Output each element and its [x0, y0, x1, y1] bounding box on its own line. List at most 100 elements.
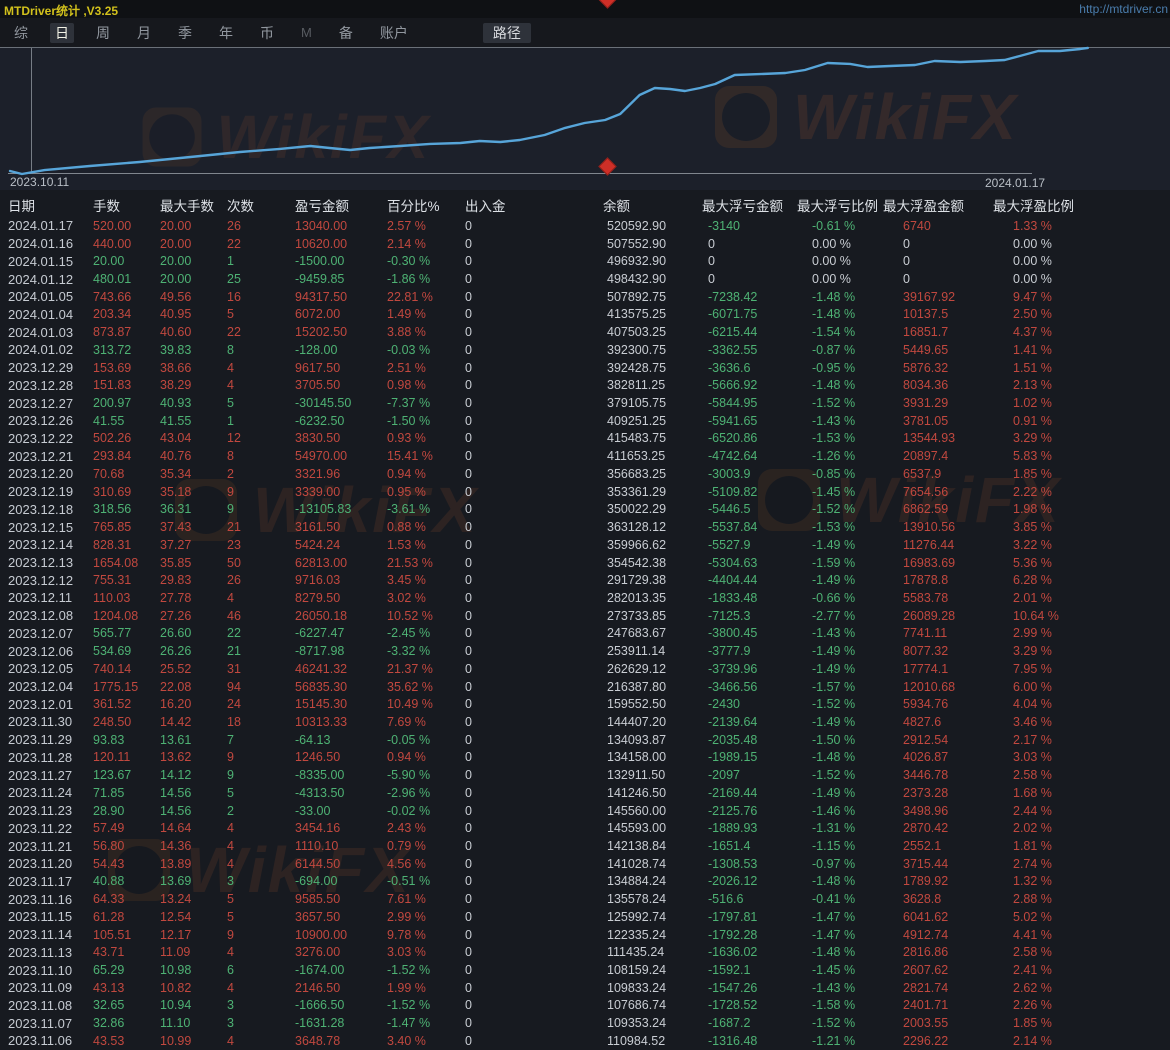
cell: -1.49 % [812, 538, 903, 552]
cell: 13.24 [160, 892, 227, 906]
cell: 3321.96 [295, 467, 387, 481]
cell: 765.85 [93, 520, 160, 534]
table-row[interactable]: 2023.12.29153.6938.6649617.502.51 %03924… [0, 359, 1170, 377]
cell: 22 [227, 325, 295, 339]
table-row[interactable]: 2023.12.27200.9740.935-30145.50-7.37 %03… [0, 394, 1170, 412]
table-row[interactable]: 2023.12.2070.6835.3423321.960.94 %035668… [0, 465, 1170, 483]
table-row[interactable]: 2023.12.06534.6926.2621-8717.98-3.32 %02… [0, 642, 1170, 660]
cell: 46 [227, 609, 295, 623]
cell: 1.99 % [387, 981, 465, 995]
table-row[interactable]: 2023.12.01361.5216.202415145.3010.49 %01… [0, 695, 1170, 713]
cell: 363128.12 [607, 520, 708, 534]
table-row[interactable]: 2023.12.12755.3129.83269716.033.45 %0291… [0, 571, 1170, 589]
table-row[interactable]: 2023.12.081204.0827.264626050.1810.52 %0… [0, 607, 1170, 625]
cell: -1.49 % [812, 573, 903, 587]
table-row[interactable]: 2023.12.131654.0835.855062813.0021.53 %0… [0, 554, 1170, 572]
cell: 0 [465, 626, 607, 640]
cell: -1687.2 [708, 1016, 812, 1030]
table-row[interactable]: 2023.12.14828.3137.27235424.241.53 %0359… [0, 536, 1170, 554]
cell: 39.83 [160, 343, 227, 357]
column-header: 手数 [93, 195, 160, 215]
menu-tab-10[interactable]: 账户 [375, 23, 413, 43]
cell: -4742.64 [708, 449, 812, 463]
menu-tab-7[interactable]: 币 [255, 23, 279, 43]
table-row[interactable]: 2023.12.28151.8338.2943705.500.98 %03828… [0, 376, 1170, 394]
table-row[interactable]: 2023.11.1065.2910.986-1674.00-1.52 %0108… [0, 961, 1170, 979]
table-row[interactable]: 2024.01.12480.0120.0025-9459.85-1.86 %04… [0, 270, 1170, 288]
table-row[interactable]: 2024.01.02313.7239.838-128.00-0.03 %0392… [0, 341, 1170, 359]
table-row[interactable]: 2023.11.0943.1310.8242146.501.99 %010983… [0, 979, 1170, 997]
table-row[interactable]: 2023.12.041775.1522.089456835.3035.62 %0… [0, 678, 1170, 696]
cell: 3161.50 [295, 520, 387, 534]
table-row[interactable]: 2024.01.16440.0020.002210620.002.14 %050… [0, 235, 1170, 253]
table-row[interactable]: 2023.11.14105.5112.17910900.009.78 %0122… [0, 926, 1170, 944]
table-row[interactable]: 2023.11.2328.9014.562-33.00-0.02 %014556… [0, 802, 1170, 820]
cell: -1.15 % [812, 839, 903, 853]
table-row[interactable]: 2023.11.2054.4313.8946144.504.56 %014102… [0, 855, 1170, 873]
table-row[interactable]: 2023.11.1740.8813.693-694.00-0.51 %01348… [0, 873, 1170, 891]
table-row[interactable]: 2023.11.0832.6510.943-1666.50-1.52 %0107… [0, 997, 1170, 1015]
table-row[interactable]: 2023.12.11110.0327.7848279.503.02 %02820… [0, 589, 1170, 607]
cell: 2023.11.09 [8, 980, 93, 995]
cell: 134093.87 [607, 733, 708, 747]
cell: -2.77 % [812, 609, 903, 623]
menu-tab-5[interactable]: 季 [173, 23, 197, 43]
menu-tab-1[interactable]: 综 [9, 23, 33, 43]
table-row[interactable]: 2024.01.04203.3440.9556072.001.49 %04135… [0, 306, 1170, 324]
table-row[interactable]: 2023.11.2993.8313.617-64.13-0.05 %013409… [0, 731, 1170, 749]
table-row[interactable]: 2023.11.30248.5014.421810313.337.69 %014… [0, 713, 1170, 731]
cell: 50 [227, 556, 295, 570]
table-row[interactable]: 2023.12.05740.1425.523146241.3221.37 %02… [0, 660, 1170, 678]
table-row[interactable]: 2023.11.27123.6714.129-8335.00-5.90 %013… [0, 766, 1170, 784]
table-row[interactable]: 2023.11.1664.3313.2459585.507.61 %013557… [0, 890, 1170, 908]
cell: 361.52 [93, 697, 160, 711]
table-row[interactable]: 2023.12.21293.8440.76854970.0015.41 %041… [0, 447, 1170, 465]
cell: 0.94 % [387, 750, 465, 764]
cell: 8034.36 [903, 378, 1013, 392]
menu-tab-8[interactable]: M [296, 23, 317, 43]
cell: 9 [227, 768, 295, 782]
cell: 7.95 % [1013, 662, 1170, 676]
table-row[interactable]: 2023.11.28120.1113.6291246.500.94 %01341… [0, 749, 1170, 767]
path-button[interactable]: 路径 [483, 23, 531, 43]
table-row[interactable]: 2023.11.1561.2812.5453657.502.99 %012599… [0, 908, 1170, 926]
cell: 3.29 % [1013, 431, 1170, 445]
table-row[interactable]: 2023.11.2257.4914.6443454.162.43 %014559… [0, 819, 1170, 837]
cell: 145560.00 [607, 804, 708, 818]
table-row[interactable]: 2023.12.15765.8537.43213161.500.88 %0363… [0, 518, 1170, 536]
cell: -0.30 % [387, 254, 465, 268]
cell: -1.52 % [812, 1016, 903, 1030]
table-row[interactable]: 2023.12.22502.2643.04123830.500.93 %0415… [0, 430, 1170, 448]
table-row[interactable]: 2023.12.07565.7726.6022-6227.47-2.45 %02… [0, 625, 1170, 643]
menu-tab-6[interactable]: 年 [214, 23, 238, 43]
column-header: 最大浮亏金额 [702, 195, 797, 215]
cell: 35.85 [160, 556, 227, 570]
menu-tab-9[interactable]: 备 [334, 23, 358, 43]
table-row[interactable]: 2023.12.2641.5541.551-6232.50-1.50 %0409… [0, 412, 1170, 430]
table-row[interactable]: 2024.01.05743.6649.561694317.5022.81 %05… [0, 288, 1170, 306]
table-row[interactable]: 2023.11.0732.8611.103-1631.28-1.47 %0109… [0, 1014, 1170, 1032]
cell: 743.66 [93, 290, 160, 304]
app-url-link[interactable]: http://mtdriver.cn [1079, 2, 1168, 16]
menu-tab-4[interactable]: 月 [132, 23, 156, 43]
table-row[interactable]: 2023.12.18318.5636.319-13105.83-3.61 %03… [0, 501, 1170, 519]
table-row[interactable]: 2024.01.03873.8740.602215202.503.88 %040… [0, 323, 1170, 341]
table-row[interactable]: 2023.11.1343.7111.0943276.003.03 %011143… [0, 943, 1170, 961]
menu-tab-2[interactable]: 日 [50, 23, 74, 43]
cell: 2024.01.15 [8, 254, 93, 269]
table-row[interactable]: 2023.11.0643.5310.9943648.783.40 %011098… [0, 1032, 1170, 1050]
table-row[interactable]: 2023.11.2156.8014.3641110.100.79 %014213… [0, 837, 1170, 855]
cell: 21 [227, 644, 295, 658]
cell: 1204.08 [93, 609, 160, 623]
table-row[interactable]: 2024.01.17520.0020.002613040.002.57 %052… [0, 217, 1170, 235]
cell: 2023.12.12 [8, 573, 93, 588]
table-row[interactable]: 2024.01.1520.0020.001-1500.00-0.30 %0496… [0, 252, 1170, 270]
cell: -0.87 % [812, 343, 903, 357]
menu-tab-3[interactable]: 周 [91, 23, 115, 43]
cell: -0.05 % [387, 733, 465, 747]
cell: 2023.12.20 [8, 466, 93, 481]
table-row[interactable]: 2023.11.2471.8514.565-4313.50-2.96 %0141… [0, 784, 1170, 802]
cell: -2169.44 [708, 786, 812, 800]
table-row[interactable]: 2023.12.19310.6935.1893339.000.95 %03533… [0, 483, 1170, 501]
cell: 2023.12.05 [8, 661, 93, 676]
